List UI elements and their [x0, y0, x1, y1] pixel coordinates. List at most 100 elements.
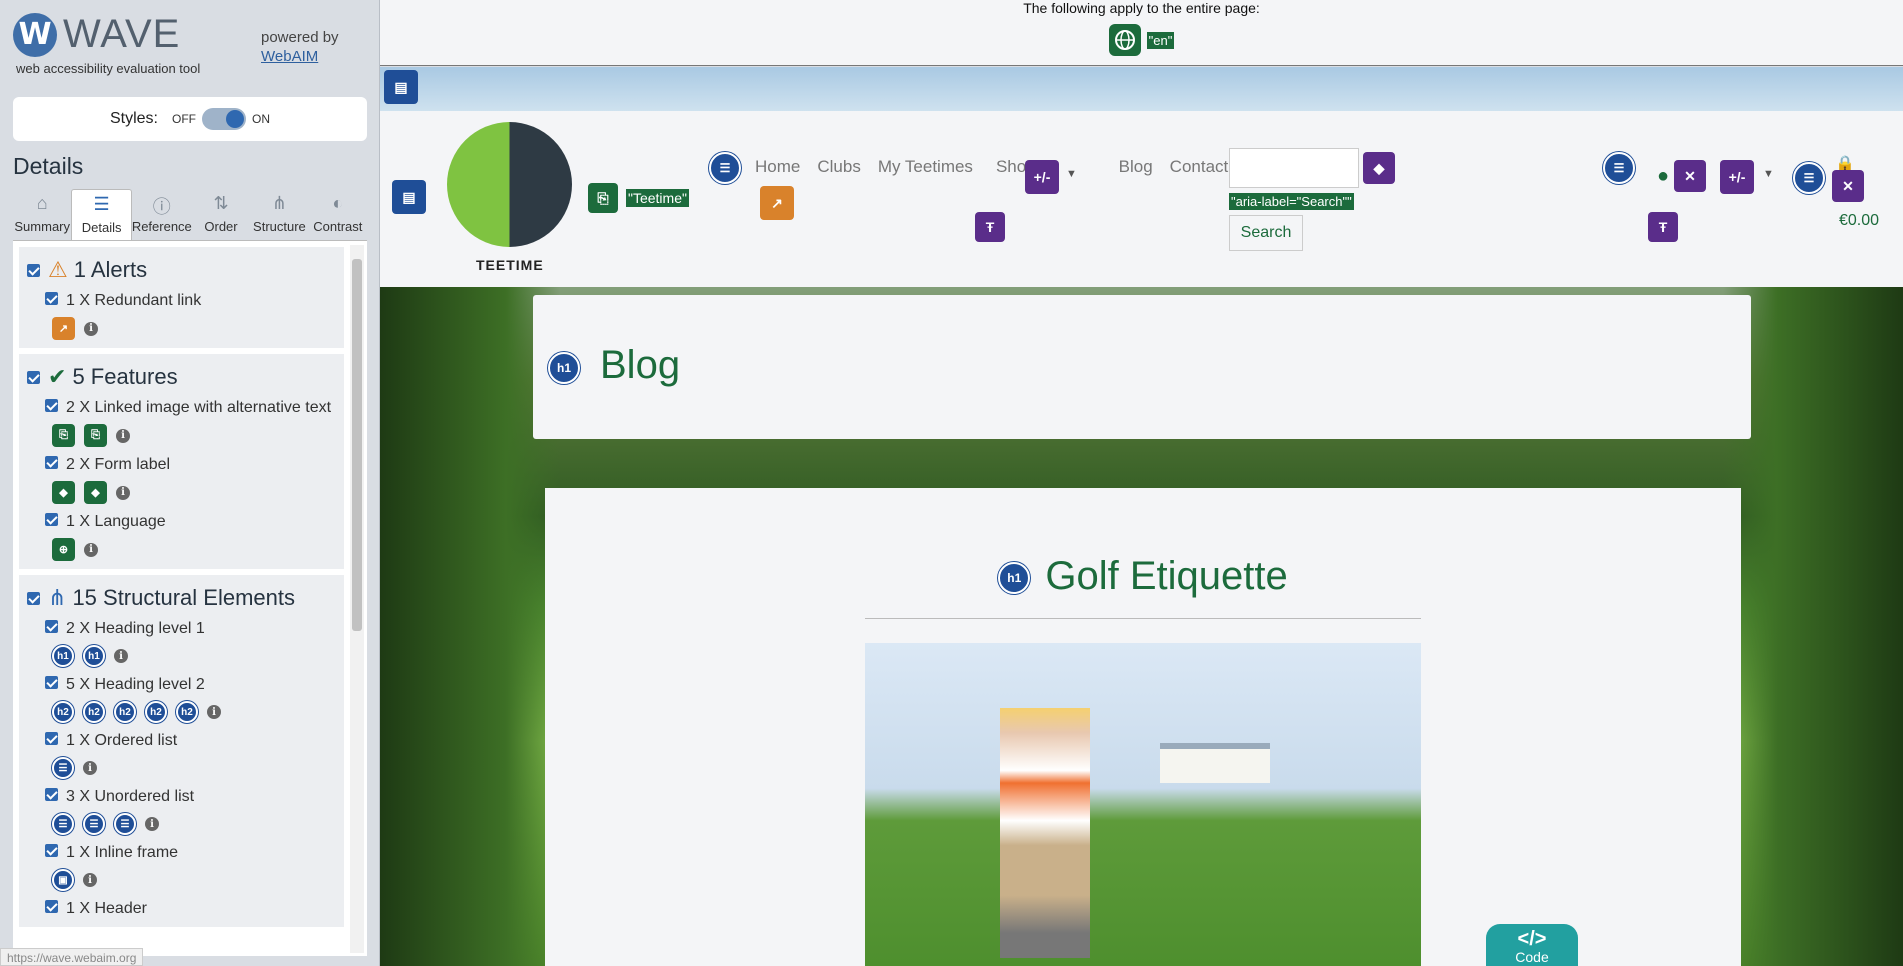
structural-checkbox[interactable]: [27, 591, 40, 605]
user-icon[interactable]: ●: [1657, 165, 1669, 188]
wave-tabs: ⌂ Summary ☰ Details ⓘ Reference ⇅ Order ⋔ Str…: [13, 189, 367, 241]
item-checkbox[interactable]: [45, 292, 58, 305]
h1-icon[interactable]: h1: [52, 645, 74, 667]
chevron-down-icon[interactable]: ▼: [1763, 168, 1774, 180]
item-checkbox[interactable]: [45, 732, 58, 745]
unordered-list-icon[interactable]: ☰: [1603, 152, 1635, 184]
nav-clubs[interactable]: Clubs: [817, 157, 860, 177]
item-checkbox[interactable]: [45, 620, 58, 633]
aria-expanded-icon[interactable]: +/-: [1720, 160, 1754, 194]
wave-sidebar: W WAVE web accessibility evaluation tool…: [0, 0, 380, 966]
alert-icons: ↗ i: [52, 317, 336, 340]
linked-image-icon[interactable]: ⎘: [84, 424, 107, 447]
info-icon[interactable]: i: [83, 873, 97, 887]
feature-item-label: 1 X Language: [66, 513, 166, 530]
tab-structure[interactable]: ⋔ Structure: [250, 189, 308, 240]
info-icon[interactable]: i: [145, 817, 159, 831]
h2-icon[interactable]: h2: [145, 701, 167, 723]
home-icon: ⌂: [36, 193, 48, 213]
wave-logo[interactable]: W WAVE: [13, 12, 180, 57]
info-icon[interactable]: i: [114, 649, 128, 663]
linked-image-icon[interactable]: ⎘: [52, 424, 75, 447]
unordered-list-icon[interactable]: ☰: [709, 152, 741, 184]
aria-expanded-icon[interactable]: +/-: [1025, 160, 1059, 194]
page-preview: The following apply to the entire page: …: [380, 0, 1903, 966]
unordered-list-icon[interactable]: ☰: [114, 813, 136, 835]
tab-label: Summary: [14, 219, 71, 234]
redundant-link-icon[interactable]: ↗: [760, 186, 794, 220]
unordered-list-icon[interactable]: ☰: [83, 813, 105, 835]
nav-region-icon[interactable]: ▤: [392, 180, 426, 214]
nav-home[interactable]: Home: [755, 157, 800, 177]
tab-summary[interactable]: ⌂ Summary: [13, 189, 71, 240]
item-checkbox[interactable]: [45, 399, 58, 412]
brand-name: TEETIME: [476, 257, 544, 273]
globe-icon[interactable]: ⊕: [52, 538, 75, 561]
item-checkbox[interactable]: [45, 676, 58, 689]
info-icon[interactable]: i: [116, 485, 130, 500]
structure-icon: ⋔: [271, 193, 287, 213]
item-checkbox[interactable]: [45, 844, 58, 857]
item-checkbox[interactable]: [45, 456, 58, 469]
info-icon[interactable]: i: [207, 705, 221, 719]
nav-blog[interactable]: Blog: [1119, 157, 1153, 177]
h2-icon[interactable]: h2: [83, 701, 105, 723]
tab-contrast[interactable]: ◐ Contrast: [309, 189, 367, 240]
h1-icon[interactable]: h1: [83, 645, 105, 667]
iframe-icon[interactable]: ▣: [52, 869, 74, 891]
nav-my-teetimes[interactable]: My Teetimes: [878, 157, 973, 177]
tab-order[interactable]: ⇅ Order: [192, 189, 250, 240]
tag-icon[interactable]: ◆: [52, 481, 75, 504]
structural-item: 5 X Heading level 2: [45, 674, 336, 695]
h2-icon[interactable]: h2: [52, 701, 74, 723]
features-header: ✔ 5 Features: [27, 364, 336, 390]
aria-icon[interactable]: Ŧ: [1648, 212, 1678, 242]
item-checkbox[interactable]: [45, 788, 58, 801]
panel-scrollbar[interactable]: [350, 245, 364, 953]
redundant-link-icon[interactable]: ↗: [52, 317, 75, 340]
item-checkbox[interactable]: [45, 513, 58, 526]
tag-icon[interactable]: ◆: [84, 481, 107, 504]
aria-hidden-icon[interactable]: ✕: [1674, 160, 1706, 192]
features-checkbox[interactable]: [27, 370, 40, 384]
webaim-link[interactable]: WebAIM: [261, 48, 318, 65]
info-icon[interactable]: i: [84, 542, 98, 557]
linked-image-icon[interactable]: ⎘: [588, 183, 618, 213]
alerts-checkbox[interactable]: [27, 263, 40, 277]
powered-by-label: powered by: [261, 29, 339, 46]
info-icon[interactable]: i: [116, 428, 130, 443]
article-heading-row: h1 Golf Etiquette: [545, 554, 1741, 599]
h1-icon[interactable]: h1: [998, 562, 1031, 595]
nav-contact[interactable]: Contact: [1170, 157, 1229, 177]
ordered-list-icon[interactable]: ☰: [52, 757, 74, 779]
teetime-logo[interactable]: [447, 122, 572, 247]
page-applies-text: The following apply to the entire page:: [1023, 0, 1260, 16]
unordered-list-icon[interactable]: ☰: [52, 813, 74, 835]
scrollbar-thumb[interactable]: [352, 259, 362, 631]
h2-icon[interactable]: h2: [114, 701, 136, 723]
styles-toggle[interactable]: [202, 108, 246, 130]
tab-reference[interactable]: ⓘ Reference: [132, 189, 192, 240]
search-input[interactable]: [1229, 148, 1359, 188]
structural-icons: ▣ i: [52, 869, 336, 891]
h2-icon[interactable]: h2: [176, 701, 198, 723]
check-circle-icon: ✔: [48, 364, 67, 389]
chevron-down-icon[interactable]: ▼: [1066, 168, 1077, 180]
info-icon[interactable]: i: [83, 761, 97, 775]
feature-icons: ⎘ ⎘ i: [52, 424, 336, 447]
h1-icon[interactable]: h1: [548, 352, 580, 384]
structural-item-label: 3 X Unordered list: [66, 788, 195, 805]
search-button[interactable]: Search: [1229, 215, 1303, 251]
structural-item-label: 5 X Heading level 2: [66, 676, 205, 693]
aria-icon[interactable]: Ŧ: [975, 212, 1005, 242]
tab-details[interactable]: ☰ Details: [71, 189, 132, 240]
tag-icon[interactable]: ◆: [1363, 152, 1395, 184]
item-checkbox[interactable]: [45, 900, 58, 913]
header-region-icon[interactable]: ▤: [384, 70, 418, 104]
styles-label: Styles:: [109, 110, 158, 127]
code-toggle-button[interactable]: </> Code: [1486, 924, 1578, 966]
info-icon[interactable]: i: [84, 321, 98, 336]
aria-hidden-icon[interactable]: ✕: [1832, 170, 1864, 202]
unordered-list-icon[interactable]: ☰: [1793, 162, 1825, 194]
globe-icon[interactable]: [1108, 24, 1141, 56]
